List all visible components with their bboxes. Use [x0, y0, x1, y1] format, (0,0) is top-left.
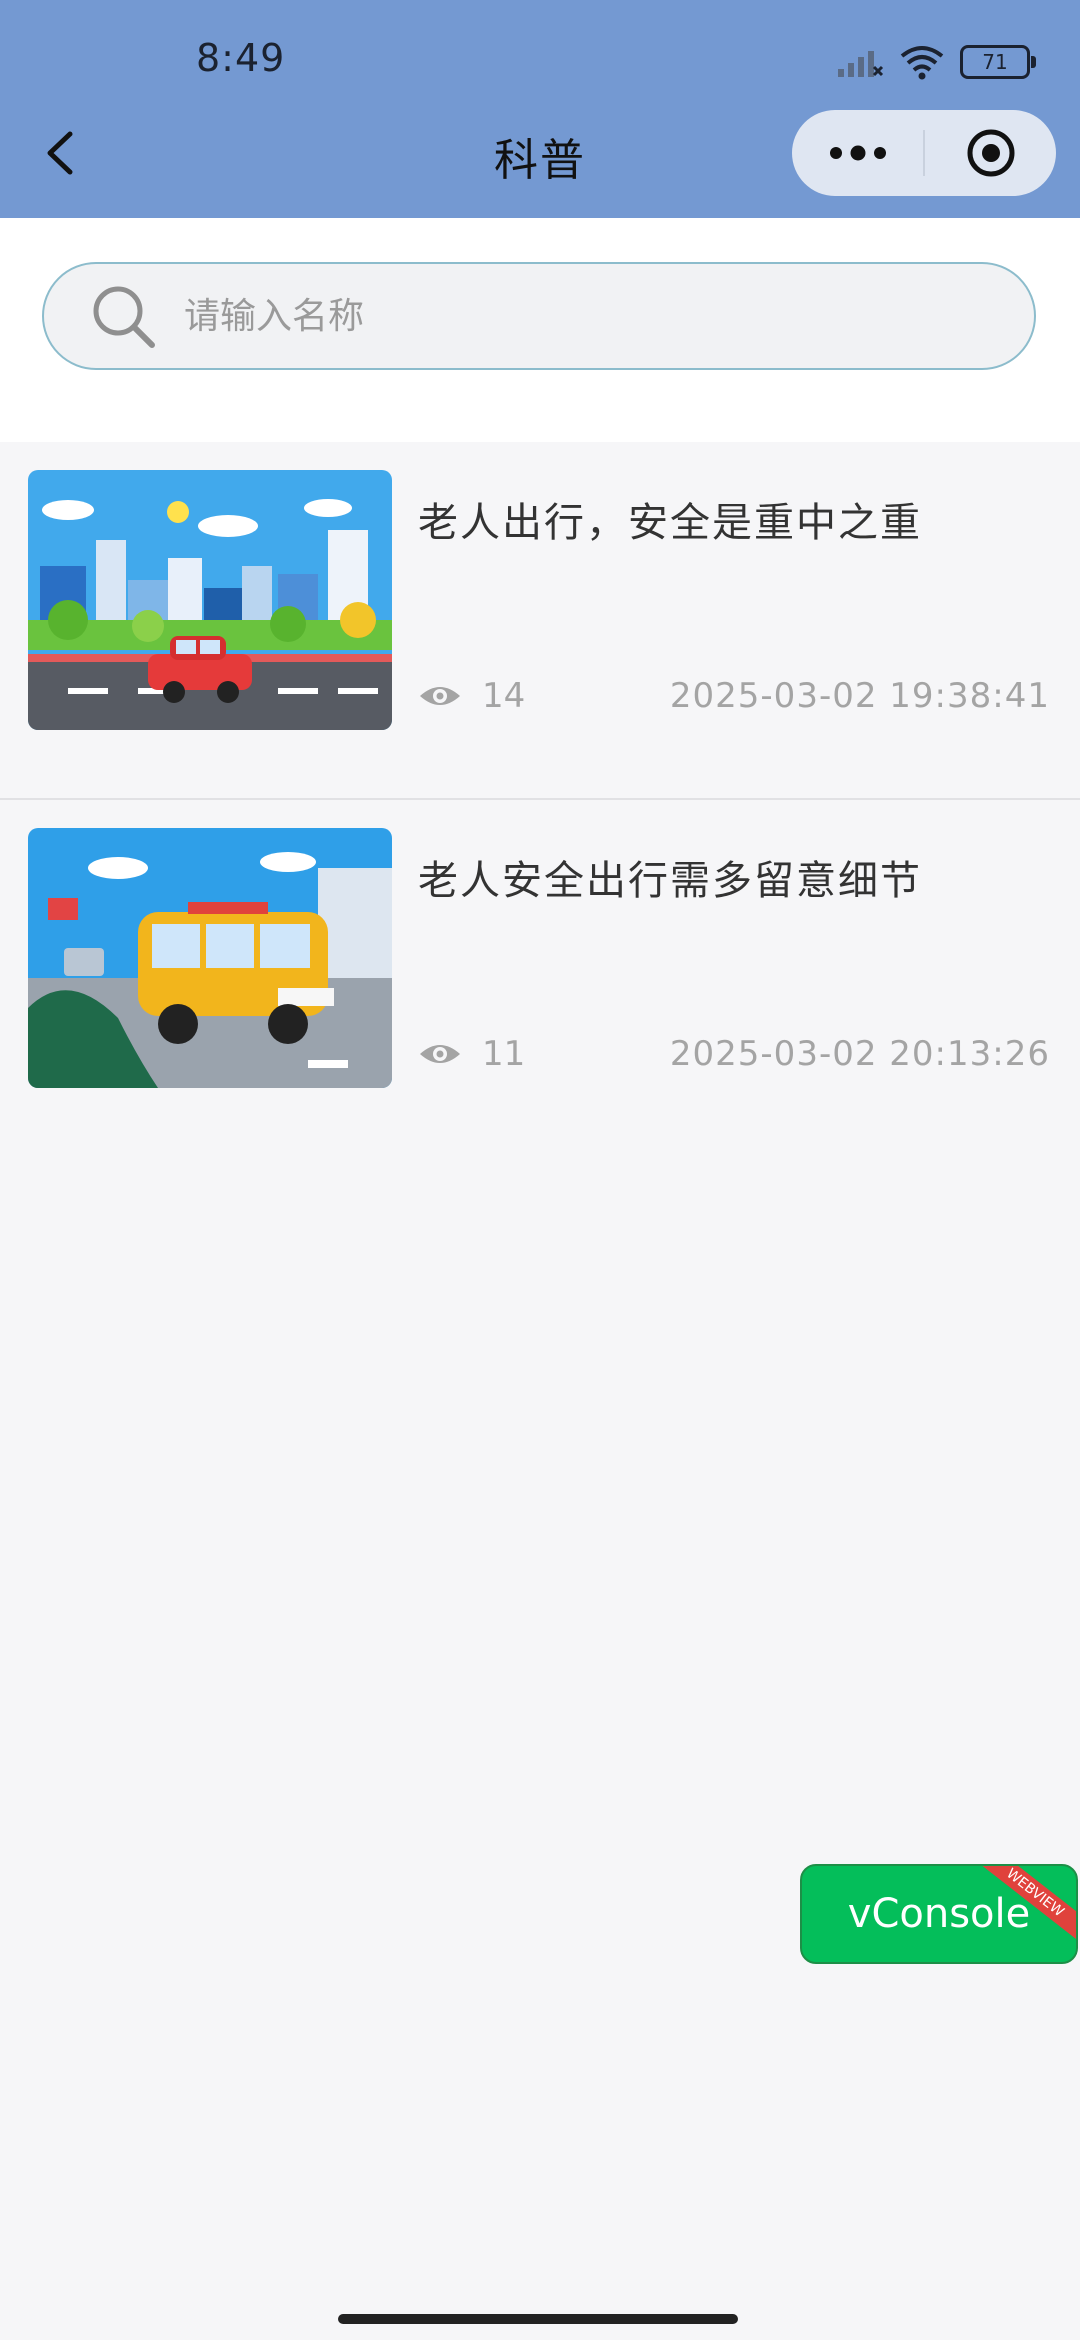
article-thumbnail: [28, 470, 392, 730]
publish-date: 2025-03-02 19:38:41: [669, 676, 1050, 716]
article-thumbnail: [28, 828, 392, 1088]
search-section: [0, 218, 1080, 442]
article-title: 老人安全出行需多留意细节: [418, 858, 922, 904]
eye-icon: [420, 687, 460, 705]
search-input[interactable]: [182, 294, 1034, 338]
article-meta: 14 2025-03-02 19:38:41: [418, 674, 1050, 718]
article-meta: 11 2025-03-02 20:13:26: [418, 1032, 1050, 1076]
wifi-icon: [900, 46, 944, 80]
article-list: 老人出行，安全是重中之重 14 2025-03-02 19:38:41 老人安全…: [0, 442, 1080, 1154]
view-count: 14: [482, 676, 526, 716]
article-title: 老人出行，安全是重中之重: [418, 500, 922, 546]
vconsole-label: vConsole: [847, 1891, 1031, 1937]
publish-date: 2025-03-02 20:13:26: [669, 1034, 1050, 1074]
home-indicator: [338, 2314, 738, 2324]
battery-level: 71: [982, 50, 1008, 74]
list-item[interactable]: 老人安全出行需多留意细节 11 2025-03-02 20:13:26: [0, 798, 1080, 1154]
search-icon: [93, 286, 155, 348]
vconsole-button[interactable]: vConsole WEBVIEW: [800, 1864, 1078, 1964]
battery-icon: 71: [960, 45, 1036, 79]
status-icons: 71: [836, 42, 1036, 82]
miniprogram-capsule: [792, 110, 1056, 196]
list-item[interactable]: 老人出行，安全是重中之重 14 2025-03-02 19:38:41: [0, 442, 1080, 798]
status-time: 8:49: [196, 36, 286, 80]
eye-icon: [420, 1045, 460, 1063]
top-header: 8:49 71 科普: [0, 0, 1080, 218]
search-bar[interactable]: [42, 262, 1036, 370]
close-miniprogram-button[interactable]: [925, 110, 1056, 196]
target-icon: [967, 129, 1014, 177]
more-button[interactable]: [792, 110, 923, 196]
more-icon: [829, 145, 886, 161]
signal-icon: [838, 51, 884, 77]
view-count: 11: [482, 1034, 526, 1074]
